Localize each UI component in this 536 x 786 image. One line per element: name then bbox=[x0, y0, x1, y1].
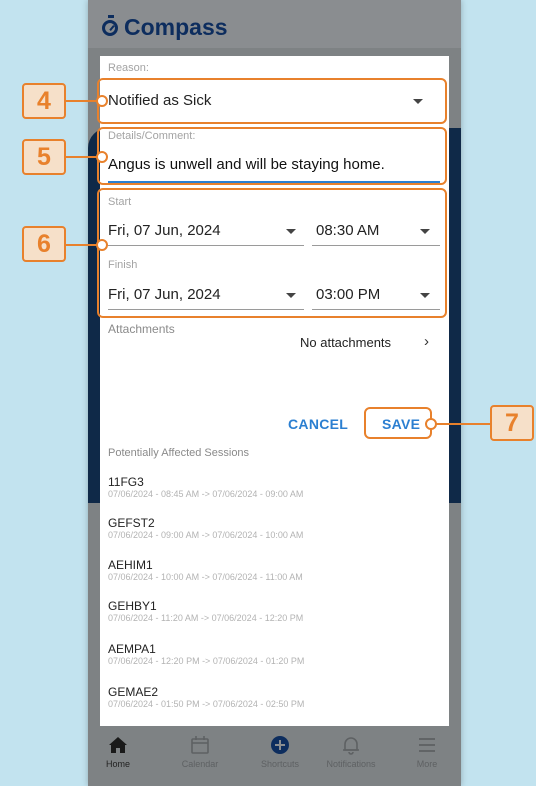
callout-line-6 bbox=[66, 244, 98, 246]
callout-box-save bbox=[364, 407, 432, 439]
nav-label-home: Home bbox=[105, 759, 130, 769]
callout-box-dates bbox=[97, 188, 447, 318]
chevron-right-icon: › bbox=[424, 333, 429, 350]
session-code: GEMAE2 bbox=[108, 685, 159, 699]
callout-badge-4: 4 bbox=[22, 83, 66, 119]
bell-icon bbox=[343, 737, 359, 755]
session-code: AEMPA1 bbox=[108, 642, 156, 656]
nav-item-more[interactable]: More bbox=[397, 734, 457, 769]
sessions-heading: Potentially Affected Sessions bbox=[108, 447, 250, 459]
stopwatch-icon bbox=[102, 14, 118, 36]
session-time: 07/06/2024 - 12:20 PM -> 07/06/2024 - 01… bbox=[108, 656, 305, 666]
nav-label-shortcuts: Shortcuts bbox=[260, 759, 300, 769]
calendar-icon bbox=[191, 736, 209, 754]
session-code: AEHIM1 bbox=[108, 558, 153, 572]
callout-box-reason bbox=[97, 78, 447, 124]
nav-item-home[interactable]: Home bbox=[88, 734, 148, 769]
reason-label: Reason: bbox=[108, 62, 149, 74]
session-time: 07/06/2024 - 10:00 AM -> 07/06/2024 - 11… bbox=[108, 572, 303, 582]
nav-item-shortcuts[interactable]: Shortcuts bbox=[250, 734, 310, 769]
session-time: 07/06/2024 - 09:00 AM -> 07/06/2024 - 10… bbox=[108, 530, 304, 540]
callout-line-5 bbox=[66, 156, 98, 158]
session-code: GEFST2 bbox=[108, 516, 155, 530]
callout-line-7 bbox=[436, 423, 491, 425]
attachments-value: No attachments bbox=[300, 335, 392, 350]
callout-badge-5: 5 bbox=[22, 139, 66, 175]
callout-line-4 bbox=[66, 100, 98, 102]
compass-logo: Compass bbox=[102, 14, 228, 41]
app-header: Compass bbox=[88, 0, 461, 48]
bottom-nav: Home Calendar Shortcuts Notifications Mo… bbox=[88, 726, 461, 786]
attachments-link[interactable]: No attachments › bbox=[300, 332, 440, 354]
nav-item-calendar[interactable]: Calendar bbox=[170, 734, 230, 769]
menu-icon bbox=[419, 738, 435, 752]
app-name: Compass bbox=[124, 14, 228, 40]
session-code: 11FG3 bbox=[108, 475, 144, 489]
attachments-label: Attachments bbox=[108, 322, 175, 336]
callout-dot-5 bbox=[96, 151, 108, 163]
nav-label-notifications: Notifications bbox=[326, 759, 376, 769]
callout-badge-7: 7 bbox=[490, 405, 534, 441]
session-time: 07/06/2024 - 08:45 AM -> 07/06/2024 - 09… bbox=[108, 489, 304, 499]
nav-item-notifications[interactable]: Notifications bbox=[321, 734, 381, 769]
session-time: 07/06/2024 - 11:20 AM -> 07/06/2024 - 12… bbox=[108, 613, 304, 623]
cancel-button[interactable]: CANCEL bbox=[288, 416, 348, 432]
plus-circle-icon bbox=[271, 736, 289, 754]
callout-dot-4 bbox=[96, 95, 108, 107]
nav-label-calendar: Calendar bbox=[181, 759, 219, 769]
session-time: 07/06/2024 - 01:50 PM -> 07/06/2024 - 02… bbox=[108, 699, 305, 709]
nav-label-more: More bbox=[416, 759, 438, 769]
home-icon bbox=[109, 737, 127, 753]
session-code: GEHBY1 bbox=[108, 599, 157, 613]
callout-box-details bbox=[97, 127, 447, 185]
callout-badge-6: 6 bbox=[22, 226, 66, 262]
callout-dot-6 bbox=[96, 239, 108, 251]
